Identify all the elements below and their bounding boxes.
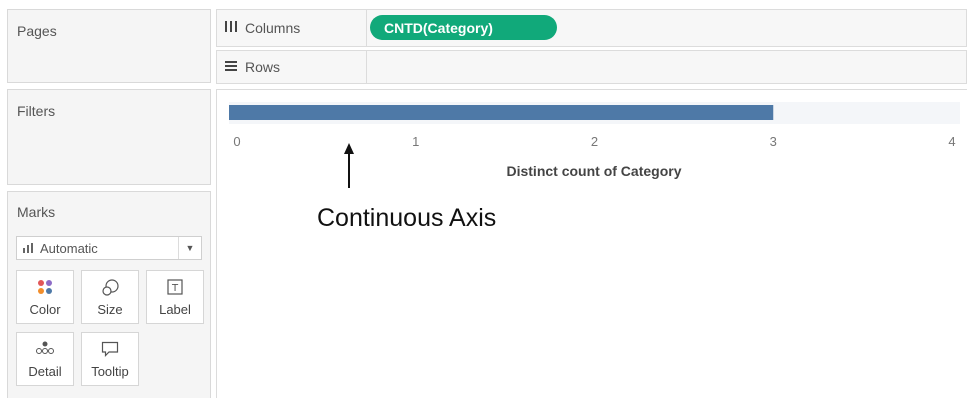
label-button[interactable]: T Label bbox=[146, 270, 204, 324]
size-icon bbox=[82, 279, 138, 297]
pages-card[interactable]: Pages bbox=[7, 9, 211, 83]
size-button-label: Size bbox=[97, 302, 123, 317]
rows-shelf-label: Rows bbox=[217, 51, 367, 83]
detail-button[interactable]: Detail bbox=[16, 332, 74, 386]
detail-icon bbox=[17, 341, 73, 355]
x-tick-label: 4 bbox=[948, 134, 955, 149]
x-tick-label: 0 bbox=[233, 134, 240, 149]
chevron-down-icon: ▼ bbox=[178, 237, 201, 259]
rows-icon bbox=[225, 60, 237, 74]
size-button[interactable]: Size bbox=[81, 270, 139, 324]
columns-icon bbox=[225, 21, 237, 35]
visualization-area[interactable]: 0 1 2 3 4 Distinct count of Category Continuou… bbox=[216, 89, 967, 398]
x-tick-label: 1 bbox=[412, 134, 419, 149]
color-dots-icon bbox=[17, 279, 73, 295]
arrow-up-icon bbox=[344, 143, 354, 154]
columns-shelf-label: Columns bbox=[217, 10, 367, 46]
rows-label-text: Rows bbox=[245, 59, 281, 75]
tooltip-button[interactable]: Tooltip bbox=[81, 332, 139, 386]
mark-type-value: Automatic bbox=[40, 240, 98, 256]
marks-card-title: Marks bbox=[17, 204, 56, 220]
x-tick-label: 3 bbox=[770, 134, 777, 149]
columns-label-text: Columns bbox=[245, 20, 301, 36]
detail-button-label: Detail bbox=[28, 364, 62, 379]
label-icon: T bbox=[147, 279, 203, 295]
label-button-label: Label bbox=[159, 302, 191, 317]
svg-text:T: T bbox=[171, 283, 179, 294]
columns-shelf[interactable]: Columns bbox=[216, 9, 967, 47]
cntd-category-pill[interactable]: CNTD(Category) bbox=[370, 15, 557, 40]
color-button[interactable]: Color bbox=[16, 270, 74, 324]
bar-mark[interactable] bbox=[229, 105, 774, 120]
x-tick-label: 2 bbox=[591, 134, 598, 149]
x-axis-title: Distinct count of Category bbox=[506, 163, 681, 179]
bar-chart: 0 1 2 3 4 Distinct count of Category Continuou… bbox=[229, 102, 960, 232]
mark-type-dropdown[interactable]: Automatic ▼ bbox=[16, 236, 202, 260]
tooltip-button-label: Tooltip bbox=[91, 364, 129, 379]
rows-shelf[interactable]: Rows bbox=[216, 50, 967, 84]
bar-chart-icon bbox=[23, 243, 35, 253]
tooltip-icon bbox=[82, 341, 138, 357]
filters-card-title: Filters bbox=[17, 103, 56, 119]
pages-card-title: Pages bbox=[17, 23, 57, 39]
filters-card[interactable]: Filters bbox=[7, 89, 211, 185]
marks-card: Marks Automatic ▼ Color Size T Label Det… bbox=[7, 191, 211, 398]
continuous-axis-annotation: Continuous Axis bbox=[317, 204, 496, 232]
color-button-label: Color bbox=[29, 302, 61, 317]
